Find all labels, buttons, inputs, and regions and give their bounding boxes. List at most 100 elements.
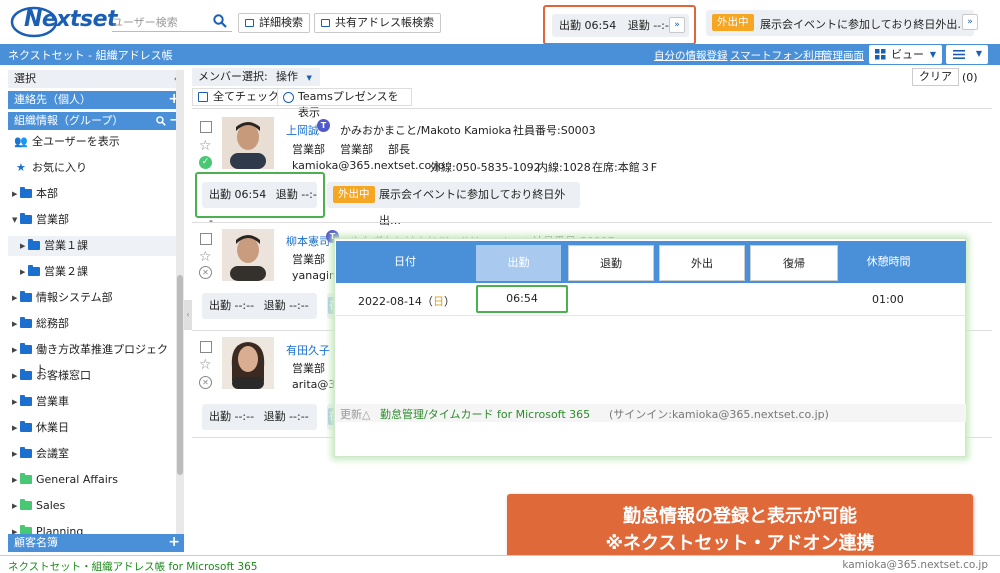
shared-search-button[interactable]: 共有アドレス帳検索 <box>314 13 441 33</box>
caret-right-icon[interactable]: ▶ <box>12 444 17 464</box>
go-out-button[interactable]: 外出 <box>659 245 745 281</box>
advanced-search-button[interactable]: 詳細検索 <box>238 13 310 33</box>
attendance-row: 2022-08-14（日） 06:54 01:00 <box>336 284 966 316</box>
teams-presence-button[interactable]: Teamsプレゼンスを表示 <box>277 88 412 119</box>
sidebar-item-group[interactable]: ▶ Sales <box>8 496 176 516</box>
sidebar-item-label: 営業部 <box>36 213 69 226</box>
favorites-item[interactable]: ★ お気に入り <box>8 158 176 178</box>
internal-phone[interactable]: 内線:1028 <box>537 159 591 175</box>
select-checkbox[interactable] <box>200 233 212 245</box>
clear-button[interactable]: クリア <box>912 68 959 86</box>
nextset-logo[interactable]: Nextset <box>10 4 118 40</box>
sidebar-item-group[interactable]: ▶ 総務部 <box>8 314 176 334</box>
sidebar-scroll-thumb[interactable] <box>177 275 183 475</box>
sidebar-item-group[interactable]: ▶ 営業車 <box>8 392 176 412</box>
search-icon[interactable] <box>156 116 166 126</box>
return-button[interactable]: 復帰 <box>750 245 838 281</box>
chevron-double-down-icon[interactable]: » <box>962 14 978 30</box>
select-checkbox[interactable] <box>200 341 212 353</box>
favorite-star-icon[interactable]: ☆ <box>199 250 212 264</box>
caret-right-icon[interactable]: ▶ <box>12 184 17 204</box>
caret-right-icon[interactable]: ▶ <box>12 366 17 386</box>
caret-right-icon[interactable]: ▶ <box>12 496 17 516</box>
clock-out-button[interactable]: 退勤 <box>568 245 654 281</box>
service-name[interactable]: 勤怠管理/タイムカード for Microsoft 365 <box>380 406 590 422</box>
attendance-status[interactable]: 出勤 --:-- 退勤 --:-- <box>202 404 317 430</box>
plus-icon[interactable]: + <box>168 534 180 551</box>
show-all-users[interactable]: 👥 全ユーザーを表示 <box>8 132 176 152</box>
sidebar-item-label: 本部 <box>36 187 58 200</box>
caret-right-icon[interactable]: ▶ <box>20 262 25 282</box>
teams-icon[interactable]: T <box>317 119 330 132</box>
folder-icon <box>28 265 40 276</box>
presence-badge: 外出中 <box>333 186 375 203</box>
hamburger-icon <box>953 50 965 59</box>
attendance-status-top[interactable]: 出勤 06:54 退勤 --:-- » <box>552 14 689 37</box>
caret-right-icon[interactable]: ▶ <box>12 340 17 360</box>
caret-right-icon[interactable]: ▶ <box>20 236 25 256</box>
view-button[interactable]: ビュー ▼ <box>869 45 942 64</box>
profile-link[interactable]: 自分の情報登録 <box>654 48 728 63</box>
sidebar-item-label: 会議室 <box>36 447 69 460</box>
customer-list-header[interactable]: 顧客名簿 + <box>8 534 184 552</box>
email-link[interactable]: kamioka@365.nextset.co.jp <box>292 159 445 172</box>
window-icon <box>245 19 254 27</box>
user-name-link[interactable]: 有田久子 <box>286 342 330 358</box>
main-toolbar-secondary: 全てチェック Teamsプレゼンスを表示 <box>192 88 412 119</box>
attendance-status[interactable]: 出勤 06:54 退勤 --:-- <box>202 182 317 227</box>
menu-button[interactable]: ▼ <box>946 45 988 64</box>
caret-right-icon[interactable]: ▶ <box>12 288 17 308</box>
sidebar-item-group[interactable]: ▶ 働き方改革推進プロジェクト <box>8 340 176 376</box>
chevron-double-down-icon[interactable]: » <box>669 17 685 33</box>
sidebar-item-label: 情報システム部 <box>36 291 113 304</box>
break-column-header: 休憩時間 <box>866 255 911 268</box>
external-phone[interactable]: 外線:050-5835-1092 <box>430 159 541 175</box>
presence-status-top[interactable]: 外出中 展示会イベントに参加しており終日外出… » <box>706 10 978 36</box>
user-card: ☆ ✓ 上岡誠 T かみおかまこと/Makoto Kamioka 社員番号:S0… <box>192 108 992 227</box>
caret-right-icon[interactable]: ▶ <box>12 392 17 412</box>
check-all-button[interactable]: 全てチェック <box>192 88 286 106</box>
sidebar-item-group[interactable]: ▶ 営業１課 <box>8 236 176 256</box>
employee-number: 社員番号:S0003 <box>513 124 596 137</box>
user-name-link[interactable]: 柳本憲司 <box>286 233 330 249</box>
star-icon: ★ <box>16 161 26 174</box>
sidebar-item-group[interactable]: ▶ 会議室 <box>8 444 176 464</box>
sidebar-item-label: 営業車 <box>36 395 69 408</box>
presence-status[interactable]: 外出中 展示会イベントに参加しており終日外出… <box>327 182 580 227</box>
sidebar-item-group[interactable]: ▶ 情報システム部 <box>8 288 176 308</box>
select-checkbox[interactable] <box>200 121 212 133</box>
status-app-name: ネクストセット・組織アドレス帳 for Microsoft 365 <box>8 561 258 573</box>
org-group-header[interactable]: 組織情報（グループ） − <box>8 112 184 130</box>
sidebar-item-group[interactable]: ▼ 営業部 <box>8 210 176 230</box>
avatar[interactable] <box>222 117 274 169</box>
collapse-sidebar-handle[interactable]: ‹ <box>184 300 192 330</box>
caret-down-icon[interactable]: ▼ <box>12 210 17 230</box>
person-photo-icon <box>222 229 274 281</box>
sidebar-item-label: お客様窓口 <box>36 369 91 382</box>
sidebar-item-group[interactable]: ▶ お客様窓口 <box>8 366 176 386</box>
favorite-star-icon[interactable]: ☆ <box>199 358 212 372</box>
user-name-link[interactable]: 上岡誠 <box>286 122 319 138</box>
smartphone-link[interactable]: スマートフォン利用 <box>730 48 824 63</box>
checkbox-icon <box>198 92 208 102</box>
clock-in-button[interactable]: 出勤 <box>476 245 561 281</box>
sidebar-item-group[interactable]: ▶ 休業日 <box>8 418 176 438</box>
favorite-star-icon[interactable]: ☆ <box>199 139 212 153</box>
sidebar-item-group[interactable]: ▶ 本部 <box>8 184 176 204</box>
sidebar-item-group[interactable]: ▶ 営業２課 <box>8 262 176 282</box>
admin-link[interactable]: 管理画面 <box>822 48 864 63</box>
caret-right-icon[interactable]: ▶ <box>12 314 17 334</box>
sidebar-item-group[interactable]: ▶ General Affairs <box>8 470 176 490</box>
refresh-link[interactable]: 更新△ <box>340 406 370 422</box>
attendance-status[interactable]: 出勤 --:-- 退勤 --:-- <box>202 293 317 319</box>
search-icon[interactable] <box>213 14 227 28</box>
email-link[interactable]: yanagim <box>292 269 340 282</box>
avatar[interactable] <box>222 337 274 389</box>
operation-dropdown[interactable]: 操作 ▼ <box>270 68 320 86</box>
caret-right-icon[interactable]: ▶ <box>12 470 17 490</box>
caret-right-icon[interactable]: ▶ <box>12 418 17 438</box>
contacts-personal-header[interactable]: 連絡先（個人） + <box>8 91 184 109</box>
select-header[interactable]: 選択 ‹ <box>8 70 184 88</box>
presence-text: 展示会イベントに参加しており終日外出… <box>760 18 969 31</box>
avatar[interactable] <box>222 229 274 281</box>
